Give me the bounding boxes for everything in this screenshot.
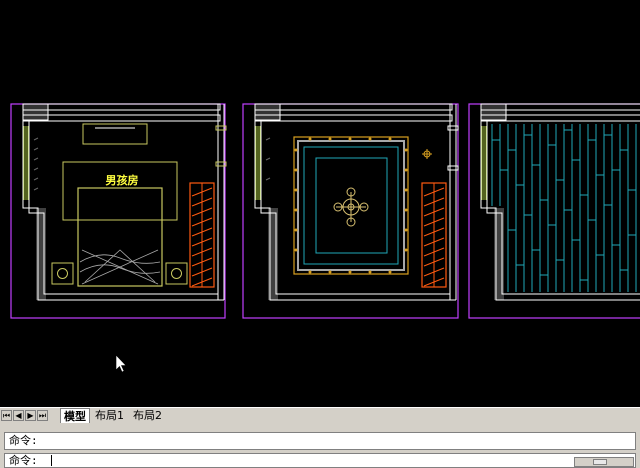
- floor-plan-drawing: 男孩房: [10, 103, 640, 373]
- next-icon[interactable]: ▶: [25, 410, 36, 421]
- command-history-prompt: 命令:: [9, 434, 38, 447]
- prev-icon[interactable]: ◀: [13, 410, 24, 421]
- command-scrollbar[interactable]: [574, 457, 634, 467]
- arrow-cursor-icon: [115, 354, 127, 373]
- plan-ceiling-layout: [242, 103, 459, 319]
- room-label: 男孩房: [106, 173, 139, 187]
- command-history: 命令:: [4, 432, 636, 450]
- scroll-thumb[interactable]: [593, 459, 607, 465]
- floor-boards: [491, 124, 637, 292]
- first-icon[interactable]: ⏮: [1, 410, 12, 421]
- command-input-prompt: 命令:: [9, 454, 38, 467]
- horizontal-scrollbar[interactable]: [175, 409, 640, 421]
- plan-furniture-layout: 男孩房: [10, 103, 227, 319]
- tab-layout2[interactable]: 布局2: [130, 408, 165, 423]
- plan-floor-layout: [468, 103, 640, 319]
- tab-model[interactable]: 模型: [60, 408, 90, 423]
- text-caret: [51, 455, 52, 466]
- last-icon[interactable]: ⏭: [37, 410, 48, 421]
- tab-layout1[interactable]: 布局1: [92, 408, 127, 423]
- drawing-canvas[interactable]: 男孩房: [0, 0, 640, 407]
- command-input[interactable]: 命令:: [4, 453, 636, 468]
